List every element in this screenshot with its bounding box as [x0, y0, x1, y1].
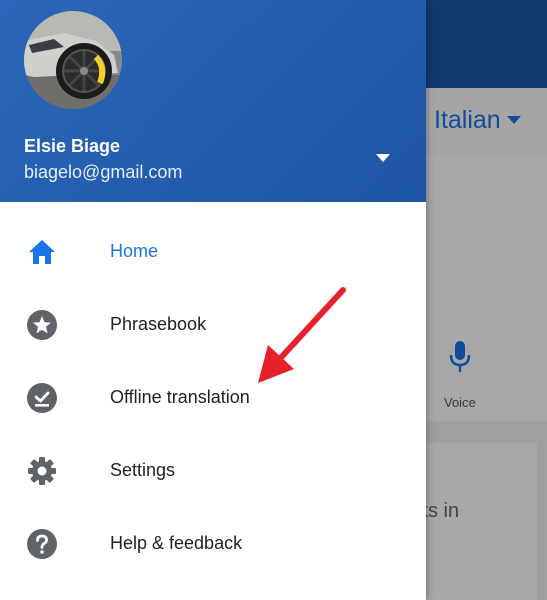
- menu-item-settings[interactable]: Settings: [0, 443, 426, 499]
- drawer-header: Elsie Biage biagelo@gmail.com: [0, 0, 426, 202]
- user-email: biagelo@gmail.com: [24, 162, 183, 182]
- annotation-arrow: [258, 287, 346, 383]
- caret-down-icon: [376, 154, 390, 162]
- avatar-car-image: [24, 11, 122, 109]
- menu-item-label: Home: [110, 241, 159, 261]
- star-icon: [27, 310, 57, 340]
- user-name: Elsie Biage: [24, 136, 121, 156]
- offline-download-icon: [27, 383, 57, 413]
- menu-item-help-feedback[interactable]: Help & feedback: [0, 516, 426, 572]
- gear-icon: [28, 457, 56, 485]
- menu-item-label: Help & feedback: [110, 533, 243, 553]
- menu-item-offline-translation[interactable]: Offline translation: [0, 370, 426, 426]
- home-icon: [29, 240, 55, 264]
- avatar[interactable]: [24, 11, 122, 109]
- account-switcher-dropdown[interactable]: [370, 148, 396, 168]
- menu-item-home[interactable]: Home: [0, 224, 426, 280]
- menu-item-label: Settings: [110, 460, 176, 480]
- menu-item-label: Offline translation: [110, 387, 250, 407]
- navigation-drawer: Elsie Biage biagelo@gmail.com Home Phras…: [0, 0, 426, 600]
- menu-item-phrasebook[interactable]: Phrasebook: [0, 297, 426, 353]
- menu-item-label: Phrasebook: [110, 314, 207, 334]
- help-icon: [27, 529, 57, 559]
